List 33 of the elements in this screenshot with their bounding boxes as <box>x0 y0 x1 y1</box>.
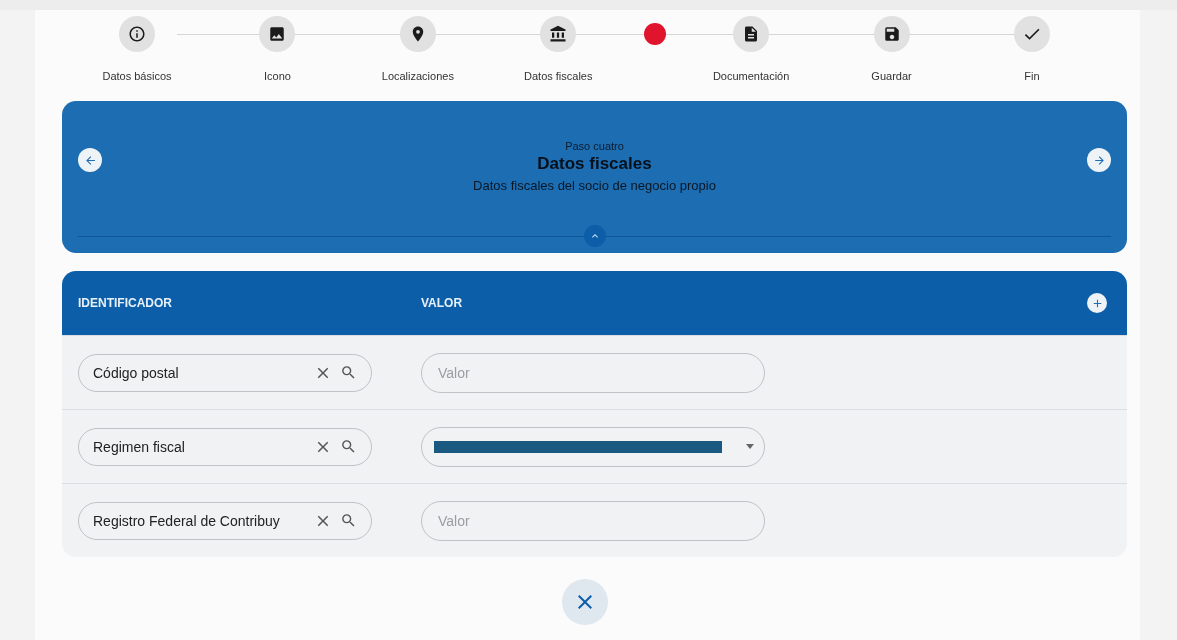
step-label: Datos fiscales <box>524 70 593 82</box>
close-button[interactable] <box>561 579 608 625</box>
step-description: Datos fiscales del socio de negocio propio <box>473 177 716 193</box>
step-button[interactable] <box>119 16 155 52</box>
arrow-left-icon <box>83 153 97 167</box>
search-icon[interactable] <box>340 364 357 381</box>
column-header: VALOR <box>421 296 464 310</box>
step-label: Datos básicos <box>102 70 172 82</box>
step-label: Localizaciones <box>381 70 454 82</box>
step-label: Guardar <box>871 70 912 82</box>
back-button[interactable] <box>78 148 102 172</box>
step-label: Documentación <box>712 70 790 82</box>
forward-button[interactable] <box>1087 148 1111 172</box>
step-button[interactable] <box>733 16 770 52</box>
value-field[interactable]: Valor <box>421 500 765 541</box>
column-header: IDENTIFICADOR <box>78 296 173 310</box>
search-icon[interactable] <box>340 438 357 455</box>
add-button[interactable] <box>1087 293 1107 313</box>
step-overline: Paso cuatro <box>565 139 624 152</box>
info-icon <box>128 25 146 43</box>
step-button[interactable] <box>873 16 910 52</box>
value-field[interactable]: Valor <box>421 352 765 393</box>
step-button[interactable] <box>399 16 436 52</box>
search-icon[interactable] <box>340 512 357 529</box>
step-button[interactable] <box>540 16 577 52</box>
image-icon <box>268 25 287 43</box>
bank-icon <box>549 25 568 43</box>
dropdown-caret-icon <box>746 444 754 449</box>
step-title: Datos fiscales <box>537 153 652 174</box>
step-label: Fin <box>1024 70 1040 82</box>
step-button[interactable] <box>259 16 296 52</box>
step-label: Icono <box>263 70 291 82</box>
arrow-right-icon <box>1092 153 1106 167</box>
